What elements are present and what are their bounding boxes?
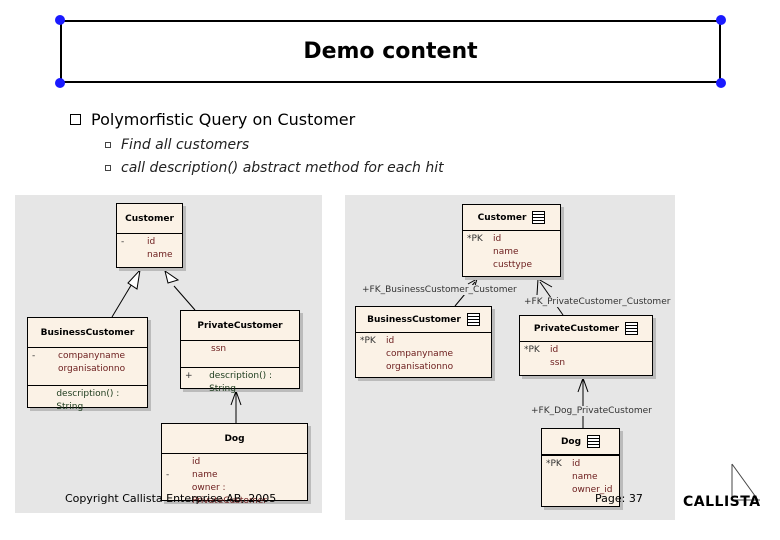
class-name: PrivateCustomer [181,311,299,341]
visibility: - [121,237,125,247]
visibility [121,249,147,262]
table-icon [625,322,639,335]
logo-text: CALLISTA [683,494,761,510]
key-marker [360,348,386,361]
attribute: name [147,250,173,260]
attribute: id [147,237,156,247]
operation: description() : String [209,371,273,394]
key-marker [546,484,572,497]
column: ssn [550,358,566,368]
attribute: name [192,470,218,480]
class-name: Customer [117,204,182,234]
column: organisationno [386,362,454,372]
column: name [572,472,598,482]
key-marker: *PK [524,345,540,355]
visibility [185,343,211,356]
visibility: - [32,351,36,361]
column: id [386,336,395,346]
db-table-businesscustomer[interactable]: BusinessCustomer *PK id companyname organ… [355,306,492,378]
inheritance-arrow-icon [127,268,141,290]
table-name: Dog [560,436,582,447]
key-marker [467,246,493,259]
fk-label: +FK_PrivateCustomer_Customer [524,297,671,307]
table-name: PrivateCustomer [533,323,620,334]
uml-class-dog[interactable]: Dog id - name owner : PrivateCustomer [161,423,308,506]
attribute: companyname [58,351,126,361]
db-table-customer[interactable]: Customer *PK id name custtype [462,204,561,277]
table-icon [532,211,546,224]
table-name: Customer [477,212,527,223]
visibility [166,456,192,469]
class-name: BusinessCustomer [28,318,147,348]
column: custtype [493,260,532,270]
column: name [493,247,519,257]
attribute: organisationno [58,364,126,374]
visibility [32,363,58,376]
generalization-line [111,281,134,318]
arrow-icon [536,278,553,296]
operation: description() : String [56,389,120,412]
fk-label: +FK_BusinessCustomer_Customer [362,285,517,295]
key-marker [360,361,386,374]
key-marker [546,471,572,484]
generalization-line [173,285,196,311]
copyright-text: Copyright Callista Enterprise AB, 2005 [65,492,277,505]
page-number: Page: 37 [595,492,643,505]
column: id [550,345,559,355]
uml-class-businesscustomer[interactable]: BusinessCustomer - companyname organisati… [27,317,148,412]
diagram-connectors [111,268,589,428]
uml-class-customer[interactable]: Customer - id name [116,203,183,268]
inheritance-arrow-icon [164,269,180,284]
key-marker [524,357,550,370]
visibility: + [185,371,193,381]
uml-class-privatecustomer[interactable]: PrivateCustomer ssn + description() : Str… [180,310,300,394]
visibility: - [166,470,170,480]
table-icon [466,313,480,326]
fk-label: +FK_Dog_PrivateCustomer [531,406,652,416]
class-name: Dog [162,424,307,454]
table-icon [587,435,601,448]
key-marker [467,259,493,272]
key-marker: *PK [360,336,376,346]
db-table-privatecustomer[interactable]: PrivateCustomer *PK id ssn [519,315,653,376]
key-marker: *PK [546,459,562,469]
key-marker: *PK [467,234,483,244]
column: companyname [386,349,454,359]
column: id [572,459,581,469]
attribute: ssn [211,344,227,354]
table-name: BusinessCustomer [367,314,461,325]
column: id [493,234,502,244]
attribute: id [192,457,201,467]
visibility [32,388,56,414]
